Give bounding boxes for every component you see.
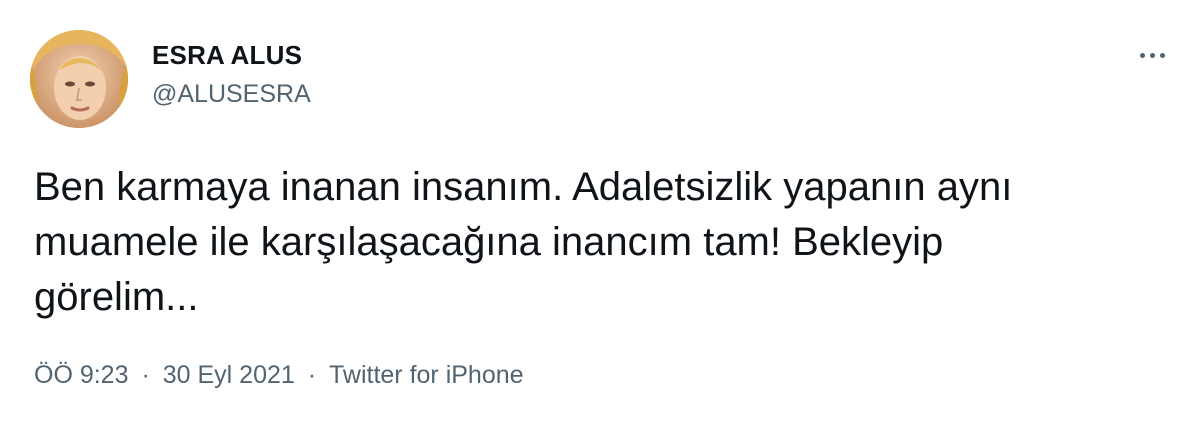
tweet-card: ESRA ALUS @ALUSESRA Ben karmaya inanan i… bbox=[0, 0, 1200, 423]
display-name[interactable]: ESRA ALUS bbox=[152, 40, 302, 71]
profile-photo-icon bbox=[30, 30, 128, 128]
more-horizontal-icon bbox=[1159, 52, 1165, 58]
tweet-text-line: görelim... bbox=[34, 275, 199, 319]
tweet-meta: ÖÖ 9:23 · 30 Eyl 2021 · Twitter for iPho… bbox=[34, 361, 524, 390]
meta-separator: · bbox=[307, 361, 317, 389]
avatar[interactable] bbox=[30, 30, 128, 128]
more-horizontal-icon bbox=[1139, 52, 1145, 58]
user-handle[interactable]: @ALUSESRA bbox=[152, 80, 311, 109]
meta-separator: · bbox=[141, 361, 150, 389]
tweet-text-line: muamele ile karşılaşacağına inancım tam!… bbox=[34, 220, 944, 264]
more-horizontal-icon bbox=[1149, 52, 1155, 58]
tweet-text-line: Ben karmaya inanan insanım. Adaletsizlik… bbox=[34, 165, 1013, 209]
tweet-time[interactable]: ÖÖ 9:23 bbox=[34, 361, 129, 390]
more-options-button[interactable] bbox=[1132, 40, 1172, 70]
tweet-source[interactable]: Twitter for iPhone bbox=[329, 361, 524, 390]
tweet-text: Ben karmaya inanan insanım. Adaletsizlik… bbox=[34, 160, 1169, 325]
tweet-date[interactable]: 30 Eyl 2021 bbox=[163, 361, 295, 390]
